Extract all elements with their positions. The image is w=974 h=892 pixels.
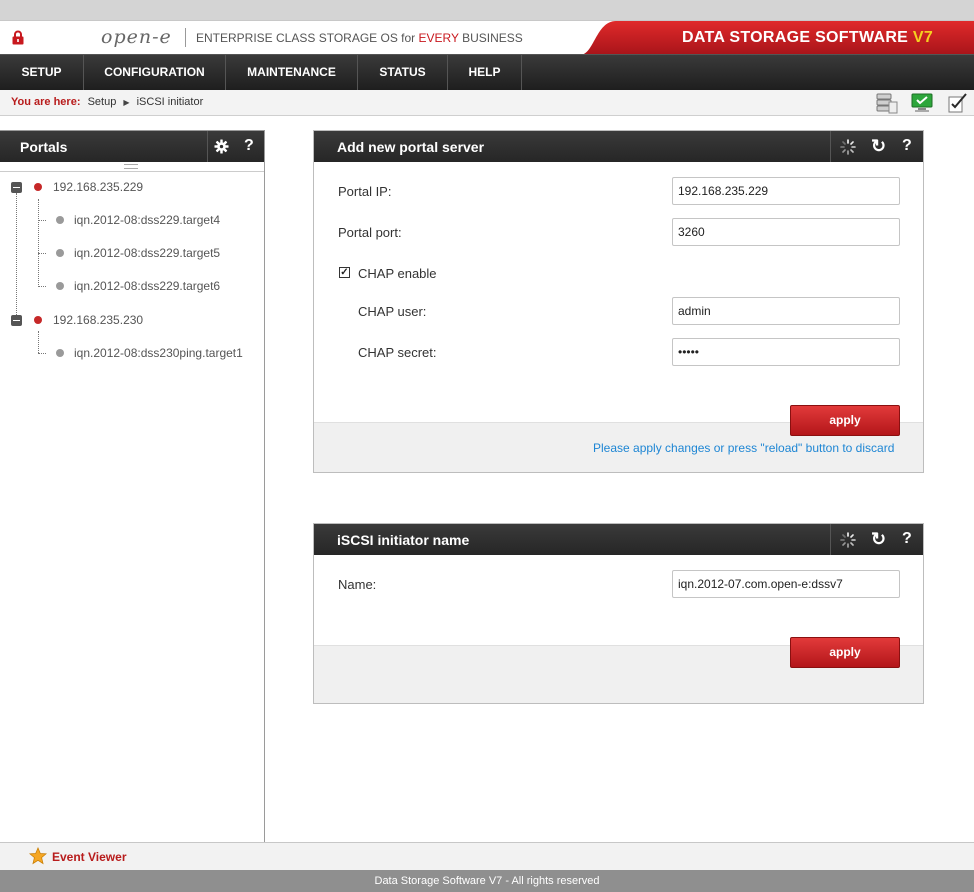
reload-icon[interactable]: ↻ bbox=[871, 136, 886, 157]
target-node[interactable]: iqn.2012-08:dss230ping.target1 bbox=[74, 346, 243, 360]
chap-enable-checkbox[interactable]: ✓ bbox=[339, 267, 350, 278]
portal-ip-input[interactable] bbox=[672, 177, 900, 205]
product-title: DATA STORAGE SOFTWARE V7 bbox=[682, 29, 933, 47]
main-menu: SETUP CONFIGURATION MAINTENANCE STATUS H… bbox=[0, 54, 974, 90]
apply-button[interactable]: apply bbox=[790, 405, 900, 436]
product-version: V7 bbox=[912, 29, 934, 46]
tree-branch bbox=[38, 220, 46, 221]
initiator-form: Name: bbox=[314, 555, 923, 645]
breadcrumb: You are here: Setup ▶ iSCSI initiator bbox=[11, 96, 203, 108]
tree-line bbox=[16, 193, 17, 321]
target-dot-icon bbox=[56, 282, 64, 290]
tree-branch bbox=[38, 286, 46, 287]
spinner-icon bbox=[840, 139, 856, 155]
target-node[interactable]: iqn.2012-08:dss229.target4 bbox=[74, 213, 220, 227]
menu-maintenance[interactable]: MAINTENANCE bbox=[226, 55, 358, 90]
portal-node[interactable]: 192.168.235.230 bbox=[53, 313, 143, 327]
tree-branch bbox=[38, 253, 46, 254]
help-icon[interactable]: ? bbox=[902, 530, 912, 548]
target-dot-icon bbox=[56, 349, 64, 357]
footer-text: Data Storage Software V7 - All rights re… bbox=[374, 875, 600, 887]
target-dot-icon bbox=[56, 216, 64, 224]
tagline: ENTERPRISE CLASS STORAGE OS for EVERY BU… bbox=[196, 31, 523, 45]
menu-configuration[interactable]: CONFIGURATION bbox=[84, 55, 226, 90]
grip-lines bbox=[124, 164, 138, 169]
header-divider bbox=[207, 131, 208, 162]
menu-setup[interactable]: SETUP bbox=[0, 55, 84, 90]
add-portal-form: Portal IP: Portal port: ✓ CHAP enable CH… bbox=[314, 162, 923, 422]
portals-header: Portals ? bbox=[0, 131, 264, 162]
help-icon[interactable]: ? bbox=[244, 137, 254, 155]
chap-user-input[interactable] bbox=[672, 297, 900, 325]
top-strip bbox=[0, 0, 974, 20]
portal-node[interactable]: 192.168.235.229 bbox=[53, 180, 143, 194]
breadcrumb-label: You are here: bbox=[11, 96, 81, 108]
chap-secret-input[interactable] bbox=[672, 338, 900, 366]
storage-icon[interactable] bbox=[874, 92, 898, 114]
chap-secret-label: CHAP secret: bbox=[358, 345, 437, 360]
initiator-panel: iSCSI initiator name ↻ ? Name: apply bbox=[313, 523, 924, 704]
add-portal-header: Add new portal server ↻ ? bbox=[314, 131, 923, 162]
help-icon[interactable]: ? bbox=[902, 137, 912, 155]
collapse-icon[interactable] bbox=[11, 315, 22, 326]
tagline-em: EVERY bbox=[418, 31, 459, 45]
initiator-name-input[interactable] bbox=[672, 570, 900, 598]
chap-user-label: CHAP user: bbox=[358, 304, 427, 319]
initiator-header: iSCSI initiator name ↻ ? bbox=[314, 524, 923, 555]
tree-line bbox=[38, 331, 39, 353]
target-dot-icon bbox=[56, 249, 64, 257]
lock-icon[interactable] bbox=[12, 30, 24, 45]
portal-port-label: Portal port: bbox=[338, 225, 402, 240]
tagline-post: BUSINESS bbox=[458, 31, 523, 45]
breadcrumb-arrow-icon: ▶ bbox=[123, 98, 130, 107]
portals-panel: Portals ? 192.168.235.229 iqn.2012-08:ds… bbox=[0, 130, 265, 842]
event-viewer-link[interactable]: Event Viewer bbox=[52, 850, 126, 864]
page-footer: Data Storage Software V7 - All rights re… bbox=[0, 870, 974, 892]
initiator-name-label: Name: bbox=[338, 577, 377, 592]
apply-button[interactable]: apply bbox=[790, 637, 900, 668]
add-portal-panel: Add new portal server ↻ ? Portal IP: Por… bbox=[313, 130, 924, 473]
monitor-icon[interactable] bbox=[910, 92, 934, 114]
portals-title: Portals bbox=[20, 139, 68, 155]
app-header: open-e ENTERPRISE CLASS STORAGE OS for E… bbox=[0, 20, 974, 55]
breadcrumb-item-current: iSCSI initiator bbox=[136, 96, 204, 108]
event-viewer-bar: Event Viewer bbox=[0, 842, 974, 870]
brand-logo: open-e bbox=[101, 26, 172, 48]
spinner-icon bbox=[840, 532, 856, 548]
initiator-title: iSCSI initiator name bbox=[337, 532, 470, 548]
status-dot-icon bbox=[34, 183, 42, 191]
target-node[interactable]: iqn.2012-08:dss229.target6 bbox=[74, 279, 220, 293]
collapse-icon[interactable] bbox=[11, 182, 22, 193]
checklist-icon[interactable] bbox=[946, 92, 970, 114]
status-dot-icon bbox=[34, 316, 42, 324]
apply-hint: Please apply changes or press "reload" b… bbox=[593, 441, 895, 455]
panel-resize-grip[interactable] bbox=[0, 162, 264, 172]
product-title-text: DATA STORAGE SOFTWARE bbox=[682, 29, 913, 46]
tagline-pre: ENTERPRISE CLASS STORAGE OS for bbox=[196, 31, 419, 45]
portal-ip-label: Portal IP: bbox=[338, 184, 392, 199]
star-icon[interactable] bbox=[29, 847, 47, 865]
breadcrumb-bar: You are here: Setup ▶ iSCSI initiator bbox=[0, 90, 974, 116]
breadcrumb-item-setup[interactable]: Setup bbox=[88, 96, 117, 108]
menu-help[interactable]: HELP bbox=[448, 55, 522, 90]
gear-icon[interactable] bbox=[214, 139, 229, 154]
add-portal-title: Add new portal server bbox=[337, 139, 485, 155]
header-divider bbox=[830, 131, 831, 162]
tree-branch bbox=[38, 353, 46, 354]
menu-status[interactable]: STATUS bbox=[358, 55, 448, 90]
header-divider bbox=[830, 524, 831, 555]
chap-enable-label: CHAP enable bbox=[358, 266, 437, 281]
logo-separator bbox=[185, 28, 186, 47]
target-node[interactable]: iqn.2012-08:dss229.target5 bbox=[74, 246, 220, 260]
portal-port-input[interactable] bbox=[672, 218, 900, 246]
tree-line bbox=[38, 199, 39, 287]
reload-icon[interactable]: ↻ bbox=[871, 529, 886, 550]
